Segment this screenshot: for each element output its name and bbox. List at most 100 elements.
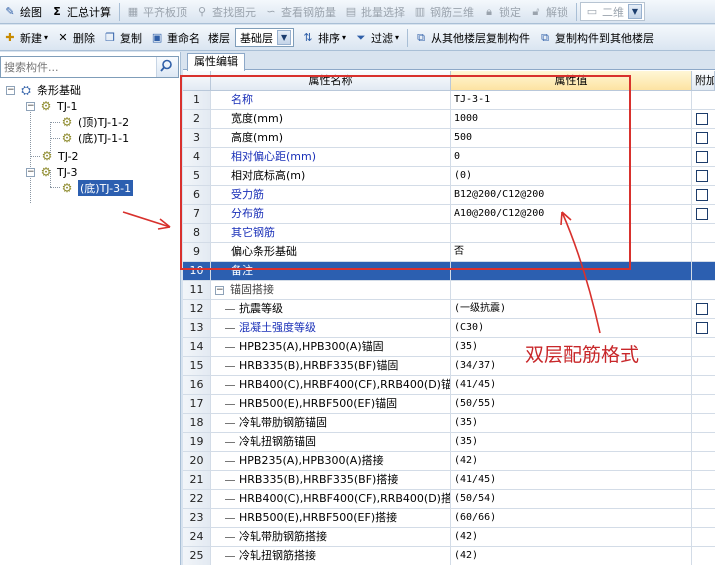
table-row[interactable]: 11− 锚固搭接	[183, 281, 715, 300]
tree-node-tj2[interactable]: ⚙ TJ-2	[40, 148, 79, 164]
table-row[interactable]: 19 冷轧扭钢筋锚固 (35)	[183, 433, 715, 452]
attach-checkbox[interactable]	[696, 132, 708, 144]
attach-checkbox[interactable]	[696, 303, 708, 315]
table-row[interactable]: 18 冷轧带肋钢筋锚固 (35)	[183, 414, 715, 433]
attach-checkbox[interactable]	[696, 189, 708, 201]
grid-header-extra: 附加	[692, 71, 715, 91]
find-element-button[interactable]: ⚲ 查找图元	[192, 2, 259, 22]
property-name-text: HRB400(C),HRBF400(CF),RRB400(D)锚	[239, 378, 451, 391]
tree-node-tj3-bottom[interactable]: ⚙ (底)TJ-3-1	[60, 180, 134, 196]
table-row[interactable]: 25 冷轧扭钢筋搭接 (42)	[183, 547, 715, 565]
table-row[interactable]: 21 HRB335(B),HRBF335(BF)搭接 (41/45)	[183, 471, 715, 490]
property-value[interactable]: (60/66)	[451, 509, 692, 528]
search-input[interactable]	[1, 57, 153, 77]
new-button[interactable]: ✚ 新建 ▾	[0, 28, 51, 48]
property-name: 冷轧带肋钢筋搭接	[211, 528, 451, 547]
summary-calc-button[interactable]: Σ 汇总计算	[47, 2, 114, 22]
property-value[interactable]: (41/45)	[451, 376, 692, 395]
batch-select-button[interactable]: ▤ 批量选择	[341, 2, 408, 22]
tree-branch-line	[225, 423, 235, 424]
attach-checkbox[interactable]	[696, 170, 708, 182]
align-slab-top-button[interactable]: ▦ 平齐板顶	[123, 2, 190, 22]
tree-branch-line	[225, 461, 235, 462]
property-value[interactable]: (42)	[451, 452, 692, 471]
table-row[interactable]: 24 冷轧带肋钢筋搭接 (42)	[183, 528, 715, 547]
property-value[interactable]: (42)	[451, 528, 692, 547]
property-name-text: HPB235(A),HPB300(A)锚固	[239, 340, 384, 353]
collapse-icon[interactable]: −	[215, 285, 224, 295]
collapse-icon[interactable]: −	[6, 85, 15, 95]
tree-node-tj3[interactable]: − ⚙ TJ-3	[26, 164, 78, 180]
attach-checkbox[interactable]	[696, 322, 708, 334]
tab-property-edit[interactable]: 属性编辑	[187, 53, 245, 71]
property-value[interactable]: (一级抗震)	[451, 300, 692, 319]
view-mode-icon: ▭	[586, 4, 598, 18]
copy-to-floor-button[interactable]: ⧉ 复制构件到其他楼层	[535, 28, 657, 48]
attach-cell	[692, 338, 715, 357]
table-row[interactable]: 17 HRB500(E),HRBF500(EF)锚固 (50/55)	[183, 395, 715, 414]
tree-branch-line	[225, 347, 235, 348]
attach-checkbox[interactable]	[696, 151, 708, 163]
property-value[interactable]	[451, 281, 692, 300]
property-name-text: 抗震等级	[239, 302, 283, 315]
property-name-text: HRB400(C),HRBF400(CF),RRB400(D)搭	[239, 492, 451, 505]
search-button[interactable]	[156, 57, 178, 77]
rename-icon: ▣	[151, 30, 163, 44]
delete-button[interactable]: ✕ 删除	[53, 28, 98, 48]
unlock-button[interactable]: 🔓︎ 解锁	[526, 2, 571, 22]
lock-icon: 🔒︎	[486, 4, 492, 18]
tree-branch-line	[225, 556, 235, 557]
tree-branch-line	[225, 404, 235, 405]
row-number: 17	[183, 395, 211, 414]
property-value[interactable]: (35)	[451, 414, 692, 433]
property-value[interactable]: (42)	[451, 547, 692, 565]
tree-node-tj1-top[interactable]: ⚙ (顶)TJ-1-2	[60, 114, 129, 130]
tree-branch-line	[225, 328, 235, 329]
tree-node-tj1-bottom[interactable]: ⚙ (底)TJ-1-1	[60, 130, 129, 146]
tree-node-root[interactable]: − ⛭ 条形基础	[6, 82, 81, 98]
property-name: 冷轧带肋钢筋锚固	[211, 414, 451, 433]
collapse-icon[interactable]: −	[26, 167, 35, 177]
filter-button[interactable]: ⏷ 过滤 ▾	[351, 28, 402, 48]
table-row[interactable]: 20 HPB235(A),HPB300(A)搭接 (42)	[183, 452, 715, 471]
property-value[interactable]: (C30)	[451, 319, 692, 338]
property-value[interactable]: (35)	[451, 433, 692, 452]
attach-cell	[692, 490, 715, 509]
property-value[interactable]: (41/45)	[451, 471, 692, 490]
attach-checkbox[interactable]	[696, 113, 708, 125]
table-row[interactable]: 22 HRB400(C),HRBF400(CF),RRB400(D)搭 (50/54…	[183, 490, 715, 509]
property-value[interactable]: (50/54)	[451, 490, 692, 509]
draw-label: 绘图	[20, 5, 42, 19]
attach-checkbox[interactable]	[696, 208, 708, 220]
table-row[interactable]: 13 混凝土强度等级 (C30)	[183, 319, 715, 338]
draw-button[interactable]: ✎ 绘图	[0, 2, 45, 22]
gear-icon: ⚙	[40, 99, 52, 113]
table-row[interactable]: 23 HRB500(E),HRBF500(EF)搭接 (60/66)	[183, 509, 715, 528]
copy-from-floor-label: 从其他楼层复制构件	[431, 31, 531, 45]
tree-connector	[50, 138, 60, 139]
rebar-3d-button[interactable]: ▥ 钢筋三维	[410, 2, 477, 22]
copy-button[interactable]: ❐ 复制	[100, 28, 145, 48]
table-row[interactable]: 16 HRB400(C),HRBF400(CF),RRB400(D)锚 (41/45…	[183, 376, 715, 395]
tree-node-label: TJ-3	[57, 165, 78, 179]
floor-label-text: 楼层	[208, 31, 231, 45]
property-name-text: HPB235(A),HPB300(A)搭接	[239, 454, 384, 467]
copy-to-floor-icon: ⧉	[541, 30, 549, 44]
view-mode-select[interactable]: ▭ 二维 ▼	[580, 2, 645, 21]
copy-from-floor-button[interactable]: ⧉ 从其他楼层复制构件	[411, 28, 533, 48]
sort-button[interactable]: ⇅ 排序 ▾	[298, 28, 349, 48]
property-name-text: 冷轧扭钢筋锚固	[239, 435, 316, 448]
tree-node-tj1[interactable]: − ⚙ TJ-1	[26, 98, 78, 114]
property-value[interactable]: (50/55)	[451, 395, 692, 414]
table-row[interactable]: 12 抗震等级 (一级抗震)	[183, 300, 715, 319]
rename-button[interactable]: ▣ 重命名	[147, 28, 203, 48]
property-name: HPB235(A),HPB300(A)搭接	[211, 452, 451, 471]
collapse-icon[interactable]: −	[26, 101, 35, 111]
floor-select[interactable]: 基础层 ▼	[235, 28, 295, 47]
annotation-text: 双层配筋格式	[525, 344, 640, 366]
toolbar-separator	[407, 28, 409, 47]
gear-icon: ⚙	[61, 181, 73, 195]
lock-button[interactable]: 🔒︎ 锁定	[479, 2, 524, 22]
view-rebar-button[interactable]: ∽ 查看钢筋量	[261, 2, 339, 22]
property-name: 混凝土强度等级	[211, 319, 451, 338]
